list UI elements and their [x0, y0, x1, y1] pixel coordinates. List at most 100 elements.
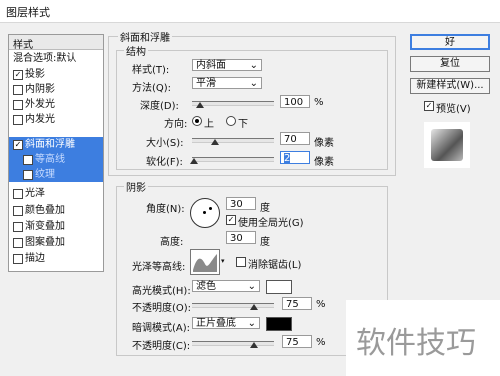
style-item-label: 等高线 — [35, 154, 65, 165]
chevron-down-icon: ⌄ — [247, 281, 256, 292]
size-input[interactable]: 70 — [280, 132, 310, 145]
direction-up-label: 上 — [204, 119, 214, 130]
shadow-opacity-input[interactable]: 75 — [282, 335, 312, 348]
style-item-satin[interactable]: 光泽 — [9, 186, 103, 201]
highlight-opacity-slider[interactable] — [192, 303, 274, 308]
depth-slider-thumb[interactable] — [196, 102, 205, 108]
checkbox-stroke[interactable] — [13, 254, 23, 264]
contour-curve-icon — [193, 254, 217, 272]
soften-input[interactable]: 2 — [280, 151, 310, 164]
new-style-button[interactable]: 新建样式(W)... — [410, 78, 490, 94]
highlight-opacity-thumb[interactable] — [249, 304, 258, 310]
style-select-value: 内斜面 — [196, 60, 226, 71]
style-item-inner-glow[interactable]: 内发光 — [9, 112, 103, 127]
radio-dot-icon — [195, 119, 199, 123]
antialias-label: 消除锯齿(L) — [248, 260, 302, 271]
style-item-label: 内阴影 — [25, 84, 55, 95]
depth-unit: % — [314, 97, 324, 108]
checkbox-texture[interactable] — [23, 170, 33, 180]
soften-slider-thumb[interactable] — [190, 158, 199, 164]
method-select[interactable]: 平滑 ⌄ — [192, 77, 262, 89]
ok-button[interactable]: 好 — [410, 34, 490, 50]
highlight-mode-value: 滤色 — [196, 281, 216, 292]
altitude-input[interactable]: 30 — [226, 231, 256, 244]
depth-input[interactable]: 100 — [280, 95, 310, 108]
style-item-contour[interactable]: 等高线 — [9, 152, 103, 167]
checkbox-bevel-emboss[interactable]: ✓ — [13, 140, 23, 150]
size-slider[interactable] — [192, 138, 274, 143]
dial-pointer-icon — [209, 207, 212, 210]
structure-title: 结构 — [124, 43, 148, 58]
checkbox-outer-glow[interactable] — [13, 100, 23, 110]
size-unit: 像素 — [314, 138, 334, 149]
shading-title: 阴影 — [124, 179, 148, 194]
bevel-title: 斜面和浮雕 — [118, 29, 172, 44]
style-label: 样式(T): — [132, 65, 170, 76]
angle-input[interactable]: 30 — [226, 197, 256, 210]
highlight-mode-select[interactable]: 滤色 ⌄ — [192, 280, 260, 292]
blend-options-item[interactable]: 混合选项:默认 — [9, 51, 103, 66]
window-title: 图层样式 — [6, 6, 50, 19]
style-item-label: 描边 — [25, 253, 45, 264]
checkbox-contour[interactable] — [23, 155, 33, 165]
gloss-contour-picker[interactable] — [190, 249, 220, 275]
direction-down-radio[interactable] — [226, 116, 236, 126]
highlight-opacity-input[interactable]: 75 — [282, 297, 312, 310]
preview-label: 预览(V) — [436, 104, 471, 115]
preview-checkbox[interactable]: ✓ — [424, 101, 434, 111]
reset-button[interactable]: 复位 — [410, 56, 490, 72]
style-select[interactable]: 内斜面 ⌄ — [192, 59, 262, 71]
chevron-down-icon: ⌄ — [249, 78, 258, 89]
checkbox-gradient-overlay[interactable] — [13, 222, 23, 232]
checkbox-inner-shadow[interactable] — [13, 85, 23, 95]
style-item-pattern-overlay[interactable]: 图案叠加 — [9, 235, 103, 250]
style-item-label: 外发光 — [25, 99, 55, 110]
checkbox-pattern-overlay[interactable] — [13, 238, 23, 248]
checkbox-drop-shadow[interactable]: ✓ — [13, 70, 23, 80]
checkbox-inner-glow[interactable] — [13, 115, 23, 125]
title-bar: 图层样式 — [0, 0, 500, 23]
shadow-mode-value: 正片叠底 — [196, 318, 236, 329]
angle-dial[interactable] — [190, 198, 220, 228]
style-item-label: 光泽 — [25, 188, 45, 199]
style-item-label: 斜面和浮雕 — [25, 139, 75, 150]
style-item-label: 图案叠加 — [25, 237, 65, 248]
style-item-label: 内发光 — [25, 114, 55, 125]
direction-down-label: 下 — [238, 119, 248, 130]
depth-slider[interactable] — [192, 101, 274, 106]
style-item-stroke[interactable]: 描边 — [9, 251, 103, 266]
shadow-opacity-thumb[interactable] — [249, 342, 258, 348]
altitude-unit: 度 — [260, 237, 270, 248]
size-slider-thumb[interactable] — [210, 139, 219, 145]
direction-up-radio[interactable] — [192, 116, 202, 126]
global-light-checkbox[interactable]: ✓ — [226, 215, 236, 225]
angle-label: 角度(N): — [146, 204, 185, 215]
watermark-text: 软件技巧 — [356, 326, 476, 361]
style-item-gradient-overlay[interactable]: 渐变叠加 — [9, 219, 103, 234]
method-select-value: 平滑 — [196, 78, 216, 89]
style-item-label: 纹理 — [35, 169, 55, 180]
antialias-checkbox[interactable] — [236, 257, 246, 267]
highlight-color-swatch[interactable] — [266, 280, 292, 294]
dial-center-icon — [203, 211, 206, 214]
style-item-outer-glow[interactable]: 外发光 — [9, 97, 103, 112]
style-item-texture[interactable]: 纹理 — [9, 167, 103, 182]
styles-header-label: 样式 — [13, 40, 33, 51]
checkbox-color-overlay[interactable] — [13, 206, 23, 216]
style-item-label: 投影 — [25, 69, 45, 80]
chevron-down-icon[interactable]: ▾ — [221, 257, 225, 265]
checkbox-satin[interactable] — [13, 189, 23, 199]
shadow-color-swatch[interactable] — [266, 317, 292, 331]
watermark: 软件技巧 — [346, 300, 500, 376]
style-item-inner-shadow[interactable]: 内阴影 — [9, 82, 103, 97]
style-item-drop-shadow[interactable]: ✓ 投影 — [9, 67, 103, 82]
shadow-mode-select[interactable]: 正片叠底 ⌄ — [192, 317, 260, 329]
soften-input-value: 2 — [284, 153, 291, 164]
style-item-bevel-emboss[interactable]: ✓ 斜面和浮雕 — [9, 137, 103, 152]
style-item-color-overlay[interactable]: 颜色叠加 — [9, 203, 103, 218]
highlight-opacity-unit: % — [316, 299, 326, 310]
shadow-opacity-slider[interactable] — [192, 341, 274, 346]
soften-label: 软化(F): — [146, 157, 183, 168]
preview-swatch — [431, 129, 463, 161]
soften-slider[interactable] — [192, 157, 274, 162]
